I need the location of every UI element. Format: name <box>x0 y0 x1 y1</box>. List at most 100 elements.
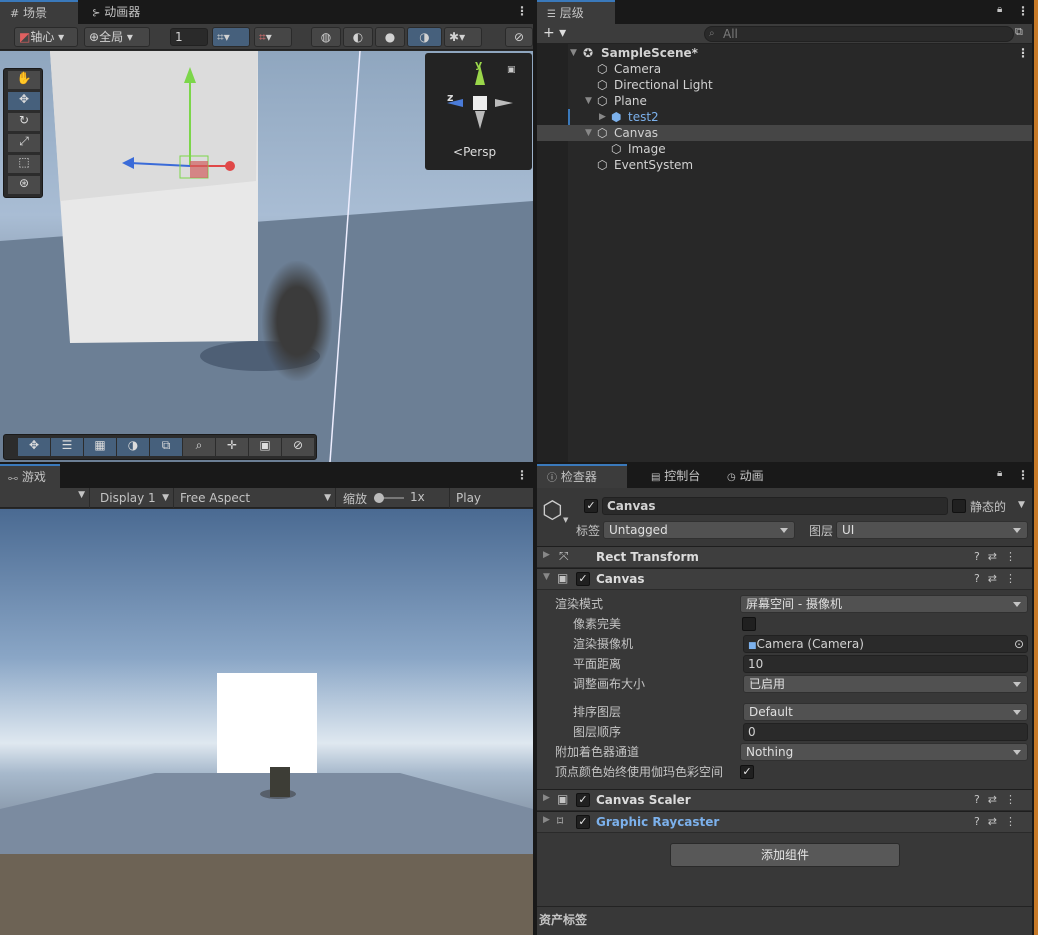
move-overlay-icon[interactable]: ✥ <box>18 438 50 456</box>
chevron-down-icon[interactable]: ▼ <box>1018 500 1025 510</box>
display-dropdown[interactable]: Display 1 ▼ <box>94 488 174 508</box>
component-canvas[interactable]: ▼ ▣ ✓ Canvas ?⇄⋮ <box>537 568 1032 590</box>
expand-arrow-icon[interactable]: ▼ <box>585 125 592 141</box>
console-icon: ▤ <box>651 472 661 483</box>
tab-game[interactable]: ⧟ 游戏 <box>0 464 60 488</box>
lock-icon[interactable]: 🔒︎ <box>997 468 1002 479</box>
tab-hierarchy[interactable]: ☰ 层级 <box>537 0 615 24</box>
expand-arrow-icon[interactable]: ▶ <box>543 793 550 803</box>
hand-tool-icon[interactable]: ✋ <box>8 71 40 89</box>
plane-distance-field[interactable]: 10 <box>743 655 1028 673</box>
grid-snap-button[interactable]: ⌗▾ <box>212 27 250 47</box>
component-header-icons[interactable]: ?⇄⋮ <box>974 793 1024 806</box>
tag-dropdown[interactable]: Untagged <box>603 521 795 539</box>
component-header-icons[interactable]: ?⇄⋮ <box>974 550 1024 563</box>
more-menu-icon[interactable]: ⋮ <box>1017 45 1029 61</box>
raycaster-enabled-checkbox[interactable]: ✓ <box>576 815 590 829</box>
order-in-layer-field[interactable]: 0 <box>743 723 1028 741</box>
canvas-enabled-checkbox[interactable]: ✓ <box>576 572 590 586</box>
render-mode-dropdown[interactable]: 屏幕空间 - 摄像机 <box>740 595 1028 613</box>
game-viewport[interactable] <box>0 509 533 935</box>
tab-inspector[interactable]: ⓘ 检查器 <box>537 464 627 488</box>
layers-icon[interactable]: ⧉ <box>150 438 182 456</box>
more-menu-icon[interactable]: ⋮ <box>516 4 528 18</box>
expand-arrow-icon[interactable]: ▼ <box>585 93 592 109</box>
component-header-icons[interactable]: ?⇄⋮ <box>974 815 1024 828</box>
canvas-scaler-enabled-checkbox[interactable]: ✓ <box>576 793 590 807</box>
draw-mode-button[interactable]: ◍ <box>311 27 341 47</box>
pivot-overlay-icon[interactable]: ✛ <box>216 438 248 456</box>
orientation-gizmo[interactable]: y z ▣ <Persp <box>425 53 532 170</box>
lock-icon[interactable]: 🔒︎ <box>997 4 1002 15</box>
list-item[interactable]: ▶ ⬢ test2 <box>537 109 1026 125</box>
pixel-perfect-checkbox[interactable] <box>742 617 756 631</box>
component-canvas-scaler[interactable]: ▶ ▣ ✓ Canvas Scaler ?⇄⋮ <box>537 789 1032 811</box>
lock-icon[interactable]: ▣ <box>507 65 516 75</box>
transform-tool-icon[interactable]: ⊛ <box>8 176 40 194</box>
resize-canvas-dropdown[interactable]: 已启用 <box>743 675 1028 693</box>
list-item[interactable]: ⬡ Camera <box>537 61 1026 77</box>
debug-button[interactable]: ✱▾ <box>444 27 482 47</box>
play-focused-dropdown[interactable]: Play Focused <box>449 488 533 525</box>
scale-tool-icon[interactable]: ⤢ <box>8 134 40 152</box>
component-rect-transform[interactable]: ▶ ⤧ Rect Transform ?⇄⋮ <box>537 546 1032 568</box>
search-overlay-icon[interactable]: ⌕ <box>183 438 215 456</box>
layer-dropdown[interactable]: UI <box>836 521 1028 539</box>
expand-arrow-icon[interactable]: ▼ <box>543 572 550 582</box>
rotate-tool-icon[interactable]: ↻ <box>8 113 40 131</box>
list-item[interactable]: ▼ ✪ SampleScene* ⋮ <box>537 45 1029 61</box>
chevron-down-icon[interactable]: ▼ <box>563 516 568 524</box>
static-checkbox[interactable] <box>952 499 966 513</box>
expand-arrow-icon[interactable]: ▼ <box>570 45 577 61</box>
move-tool-icon[interactable]: ✥ <box>8 92 40 110</box>
shaded-button[interactable]: ● <box>375 27 405 47</box>
sorting-layer-dropdown[interactable]: Default <box>743 703 1028 721</box>
rect-tool-icon[interactable]: ⬚ <box>8 155 40 173</box>
component-graphic-raycaster[interactable]: ▶ ⌑ ✓ Graphic Raycaster ?⇄⋮ <box>537 811 1032 833</box>
object-picker-icon[interactable]: ⊙ <box>1014 636 1024 652</box>
compass-icon[interactable]: ⊘ <box>282 438 314 456</box>
add-component-button[interactable]: 添加组件 <box>670 843 900 867</box>
camera-overlay-icon[interactable]: ▣ <box>249 438 281 456</box>
scene-visibility-icon[interactable]: ⧉ <box>1015 25 1023 39</box>
slider-handle[interactable] <box>374 493 384 503</box>
active-checkbox[interactable]: ✓ <box>584 499 598 513</box>
hierarchy-search-input[interactable]: ⌕ All <box>704 26 1014 42</box>
global-dropdown[interactable]: ⊕全局 ▾ <box>84 27 150 47</box>
expand-arrow-icon[interactable]: ▶ <box>543 550 550 560</box>
more-menu-icon[interactable]: ⋮ <box>1017 4 1029 18</box>
game-mode-dropdown[interactable]: ▼ <box>0 488 90 508</box>
component-header-icons[interactable]: ?⇄⋮ <box>974 572 1024 585</box>
aspect-dropdown[interactable]: Free Aspect ▼ <box>176 488 336 508</box>
visibility-toggle[interactable]: ⊘ <box>505 27 533 47</box>
object-name-field[interactable]: Canvas <box>602 497 948 515</box>
lighting-button[interactable]: ◑ <box>407 27 442 47</box>
grid-lines-icon[interactable]: ▦ <box>84 438 116 456</box>
shaded-wire-button[interactable]: ◐ <box>343 27 373 47</box>
expand-arrow-icon[interactable]: ▶ <box>543 815 550 825</box>
shader-channels-dropdown[interactable]: Nothing <box>740 743 1028 761</box>
list-item[interactable]: ⬡ Image <box>537 141 1026 157</box>
grid-size-field[interactable]: 1 <box>170 28 208 46</box>
list-item[interactable]: ⬡ EventSystem <box>537 157 1026 173</box>
tab-animation[interactable]: ◷ 动画 <box>717 464 774 488</box>
align-icon[interactable]: ☰ <box>51 438 83 456</box>
move-gizmo[interactable] <box>120 61 260 201</box>
increment-snap-button[interactable]: ⌗▾ <box>254 27 292 47</box>
persp-label[interactable]: <Persp <box>453 145 496 159</box>
more-menu-icon[interactable]: ⋮ <box>1017 468 1029 482</box>
more-menu-icon[interactable]: ⋮ <box>516 468 528 482</box>
add-object-button[interactable]: + ▾ <box>543 25 566 41</box>
scale-slider[interactable] <box>374 493 404 503</box>
list-item[interactable]: ⬡ Directional Light <box>537 77 1026 93</box>
list-item[interactable]: ▼ ⬡ Plane <box>537 93 1026 109</box>
list-item-selected[interactable]: ▼ ⬡ Canvas <box>537 125 1032 141</box>
shading-icon[interactable]: ◑ <box>117 438 149 456</box>
tab-scene[interactable]: # 场景 <box>0 0 78 24</box>
tab-console[interactable]: ▤ 控制台 <box>641 464 710 488</box>
render-camera-field[interactable]: ■Camera (Camera) ⊙ <box>743 635 1028 653</box>
tab-animator[interactable]: ⊱ 动画器 <box>82 0 150 24</box>
expand-arrow-icon[interactable]: ▶ <box>599 109 606 125</box>
pivot-dropdown[interactable]: ◩轴心 ▾ <box>14 27 78 47</box>
vertex-color-checkbox[interactable]: ✓ <box>740 765 754 779</box>
